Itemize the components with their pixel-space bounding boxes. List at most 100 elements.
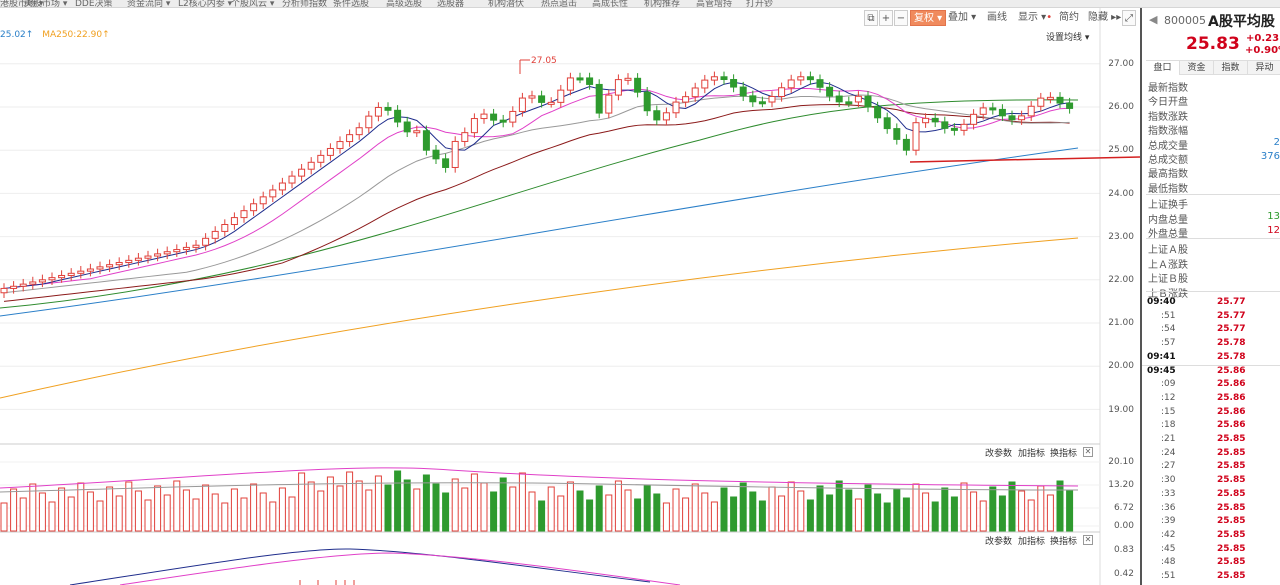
candle-body <box>125 259 133 264</box>
change-params-button[interactable]: 改参数 <box>985 534 1012 547</box>
volume-bar <box>192 498 200 532</box>
red-dot-icon: • <box>1046 12 1053 23</box>
menu-item[interactable]: DDE决策 <box>75 0 113 7</box>
candle-body <box>29 281 37 285</box>
close-panel-icon[interactable]: ✕ <box>1083 535 1093 545</box>
tick-time: :24 <box>1161 447 1176 458</box>
candle-body <box>317 154 325 163</box>
fuquan-button[interactable]: 复权 ▾ <box>910 10 947 26</box>
zoom-in-button[interactable]: + <box>879 10 893 26</box>
tick-price: 25.78 <box>1217 351 1246 362</box>
volume-bar <box>595 485 603 532</box>
volume-bar <box>298 472 306 532</box>
snapshot-icon[interactable]: ⧉ <box>864 10 878 26</box>
volume-axis-label: 13.20 <box>1108 480 1134 490</box>
menu-item[interactable]: 美股市场 ▾ <box>24 0 67 7</box>
display-button[interactable]: 显示 ▾• <box>1018 10 1052 26</box>
quote-tab[interactable]: 资金 <box>1180 61 1214 75</box>
candle-body <box>691 87 699 98</box>
zoom-out-button[interactable]: − <box>894 10 908 26</box>
menu-item[interactable]: 分析师指数 <box>282 0 327 7</box>
volume-bar <box>336 485 344 532</box>
volume-bar <box>240 497 248 532</box>
volume-bar <box>797 490 805 532</box>
quote-tab[interactable]: 指数 <box>1214 61 1248 75</box>
tick-price: 25.85 <box>1217 557 1246 568</box>
display-label: 显示 <box>1018 12 1038 23</box>
fullscreen-icon[interactable]: ⤢ <box>1122 10 1136 26</box>
tick-price: 25.77 <box>1217 297 1246 307</box>
candle-body <box>38 279 46 283</box>
quote-panel: ◀ 800005 A股平均股 25.83 +0.23 +0.90% 盘口资金指数… <box>1140 8 1280 585</box>
candle-body <box>566 77 574 91</box>
volume-bar <box>38 492 46 532</box>
field-label: 最新指数 <box>1148 83 1188 94</box>
menu-item[interactable]: 打开钞 <box>746 0 773 7</box>
tick-price: 25.86 <box>1217 379 1246 390</box>
candle-body <box>19 283 27 287</box>
menu-item[interactable]: 资金流向 ▾ <box>127 0 170 7</box>
hide-button[interactable]: 隐藏 ▸▸ <box>1088 10 1121 26</box>
ma-settings-button[interactable]: 设置均线 ▾ <box>1046 30 1089 43</box>
kline-chart[interactable]: 27.05 <box>0 8 1140 585</box>
add-indicator-button[interactable]: 加指标 <box>1018 446 1045 459</box>
volume-bar <box>480 482 488 532</box>
volume-bar <box>778 495 786 532</box>
candle-body <box>941 121 949 129</box>
volume-bar <box>269 501 277 532</box>
field-label: 最高指数 <box>1148 169 1188 181</box>
switch-indicator-button[interactable]: 换指标 <box>1050 446 1077 459</box>
menu-item[interactable]: 条件选股 <box>333 0 369 7</box>
candle-body <box>682 96 690 103</box>
back-arrow-icon[interactable]: ◀ <box>1149 13 1157 26</box>
fuquan-label: 复权 <box>914 13 934 24</box>
menu-item[interactable]: L2核心内参 ▾ <box>178 0 232 7</box>
candle-body <box>778 87 786 97</box>
switch-indicator-button[interactable]: 换指标 <box>1050 534 1077 547</box>
add-indicator-button[interactable]: 加指标 <box>1018 534 1045 547</box>
divider <box>1146 194 1280 195</box>
candle-body <box>442 158 450 168</box>
menu-item[interactable]: 热点追击 <box>541 0 577 7</box>
volume-bar <box>1056 480 1064 532</box>
volume-bar <box>691 483 699 532</box>
volume-bar <box>605 494 613 532</box>
volume-bar <box>1027 499 1035 532</box>
volume-bar <box>893 488 901 532</box>
volume-bar <box>250 483 258 532</box>
volume-bar <box>365 489 373 532</box>
candle-body <box>845 101 853 105</box>
candle-body <box>653 110 661 121</box>
volume-bar <box>730 496 738 532</box>
overlay-button[interactable]: 叠加 ▾ <box>948 10 976 26</box>
candle-body <box>874 106 882 119</box>
field-label: 上证Ａ股 <box>1148 245 1188 257</box>
chart-area[interactable]: 27.05 <box>0 8 1140 585</box>
menu-item[interactable]: 机构潜伏 <box>488 0 524 7</box>
ma120-line <box>0 147 1079 317</box>
close-panel-icon[interactable]: ✕ <box>1083 447 1093 457</box>
field-label: 指数涨幅 <box>1148 126 1188 138</box>
quote-tab[interactable]: 盘口 <box>1146 61 1180 75</box>
candle-body <box>461 132 469 142</box>
menu-item[interactable]: 选股器 <box>437 0 464 7</box>
menu-item[interactable]: 高成长性 <box>592 0 628 7</box>
candle-body <box>730 79 738 88</box>
volume-bar <box>432 483 440 532</box>
candle-body <box>413 130 421 134</box>
volume-bar <box>845 489 853 532</box>
volume-bar <box>115 495 123 532</box>
change-params-button[interactable]: 改参数 <box>985 446 1012 459</box>
quote-tab[interactable]: 异动 <box>1248 61 1280 75</box>
draw-line-button[interactable]: 画线 <box>987 10 1007 26</box>
volume-bar <box>518 472 526 532</box>
candle-body <box>182 246 190 251</box>
menu-item[interactable]: 个股风云 ▾ <box>231 0 274 7</box>
brief-button[interactable]: 简约 <box>1059 10 1079 26</box>
menu-item[interactable]: 机构推荐 <box>644 0 680 7</box>
menu-item[interactable]: 高管增持 <box>696 0 732 7</box>
tick-time: :30 <box>1161 475 1176 486</box>
volume-bar <box>1066 489 1074 532</box>
candle-body <box>1046 96 1054 100</box>
menu-item[interactable]: 高级选股 <box>386 0 422 7</box>
